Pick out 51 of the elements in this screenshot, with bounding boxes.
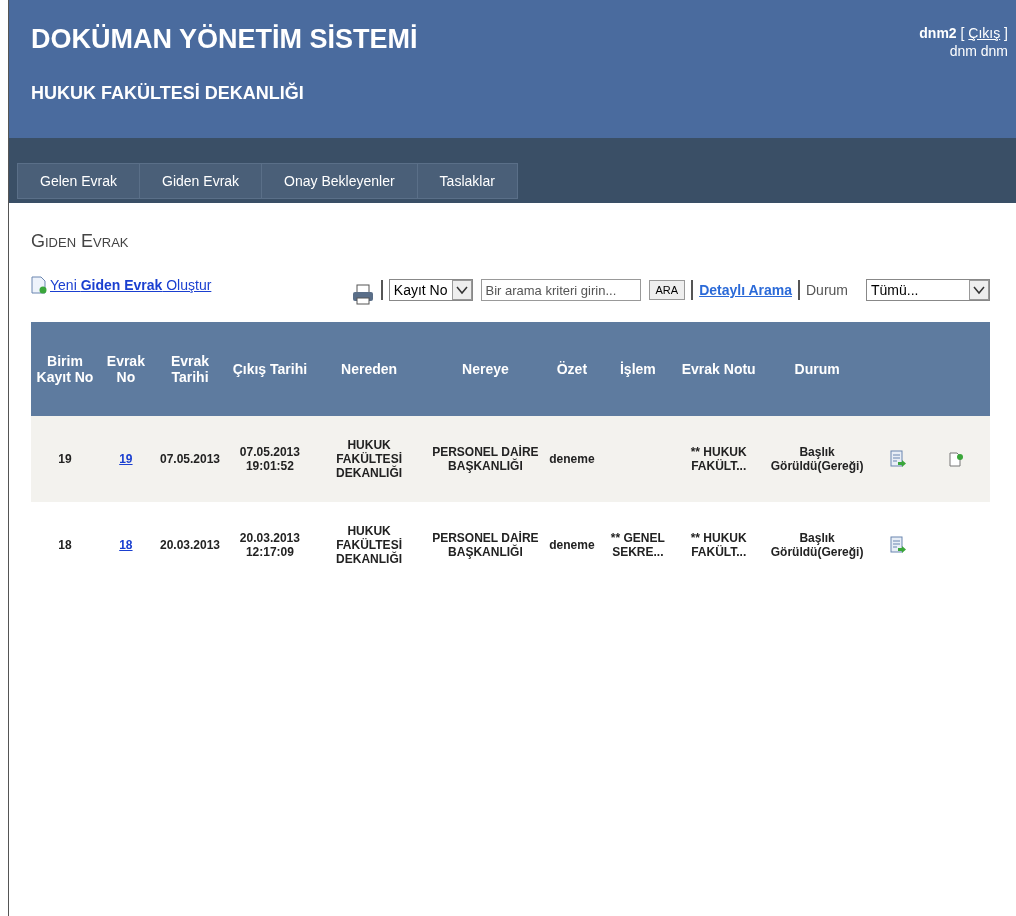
status-dropdown[interactable]: Tümü...	[866, 279, 990, 301]
table-cell: PERSONEL DAİRE BAŞKANLIĞI	[432, 445, 539, 473]
table-cell: 18	[58, 538, 72, 552]
column-header: Özet	[545, 322, 599, 416]
document-add-icon	[31, 276, 47, 294]
page-title: Giden Evrak	[31, 231, 130, 252]
nav-tab[interactable]: Gelen Evrak	[17, 163, 140, 199]
column-header: İşlem	[598, 322, 678, 416]
table-cell: Başlık Görüldü(Gereği)	[770, 445, 864, 473]
table-cell: ** HUKUK FAKÜLT...	[690, 531, 747, 559]
department-title: HUKUK FAKÜLTESİ DEKANLIĞI	[31, 83, 305, 104]
table-cell: ** HUKUK FAKÜLT...	[690, 445, 747, 473]
column-header: Nereden	[312, 322, 426, 416]
app-title: DOKÜMAN YÖNETİM SİSTEMİ	[31, 24, 418, 55]
full-name: dnm dnm	[948, 42, 1008, 60]
table-cell: HUKUK FAKÜLTESİ DEKANLIĞI	[336, 524, 403, 566]
column-header: Nereye	[425, 322, 546, 416]
table-cell: deneme	[549, 538, 595, 552]
bracket: ]	[1004, 25, 1008, 41]
search-field[interactable]: Bir arama kriteri girin...	[480, 279, 641, 301]
search-field-dropdown[interactable]: Kayıt No	[388, 279, 473, 301]
nav-tab[interactable]: Onay Bekleyenler	[261, 163, 417, 199]
nav-tab[interactable]: Taslaklar	[416, 163, 518, 199]
table-cell: deneme	[549, 452, 595, 466]
table-cell: 07.05.2013 19:01:52	[239, 445, 300, 473]
column-header: Evrak Tarihi	[152, 322, 228, 416]
table-cell: 07.05.2013	[159, 452, 220, 466]
status-label: Durum	[806, 282, 848, 298]
table-cell: 20.03.2013 12:17:09	[239, 531, 300, 559]
user-name: dnm2	[919, 25, 957, 41]
column-header: Birim Kayıt No	[31, 322, 99, 416]
table-cell: HUKUK FAKÜLTESİ DEKANLIĞI	[336, 438, 403, 480]
table-cell: ** GENEL SEKRE...	[610, 531, 665, 559]
column-header: Durum	[760, 322, 874, 416]
table-cell: PERSONEL DAİRE BAŞKANLIĞI	[432, 531, 539, 559]
table-cell: 19	[58, 452, 72, 466]
document-add-icon[interactable]	[948, 450, 964, 468]
print-icon[interactable]	[350, 281, 375, 306]
column-header: Evrak No	[99, 322, 153, 416]
bracket: [	[960, 25, 965, 41]
search-button[interactable]: ARA	[648, 280, 686, 300]
new-document-link[interactable]: Yeni Giden Evrak Oluştur	[31, 276, 212, 294]
document-number-link[interactable]: 19	[119, 452, 133, 466]
detailed-search-link[interactable]: Detaylı Arama	[699, 282, 792, 298]
document-number-link[interactable]: 18	[119, 538, 133, 552]
logout-link[interactable]: Çıkış	[968, 25, 1001, 41]
column-header: Çıkış Tarihi	[227, 322, 313, 416]
column-header: Evrak Notu	[677, 322, 761, 416]
table-cell: 20.03.2013	[159, 538, 220, 552]
table-cell: Başlık Görüldü(Gereği)	[770, 531, 864, 559]
nav-tab[interactable]: Giden Evrak	[139, 163, 262, 199]
